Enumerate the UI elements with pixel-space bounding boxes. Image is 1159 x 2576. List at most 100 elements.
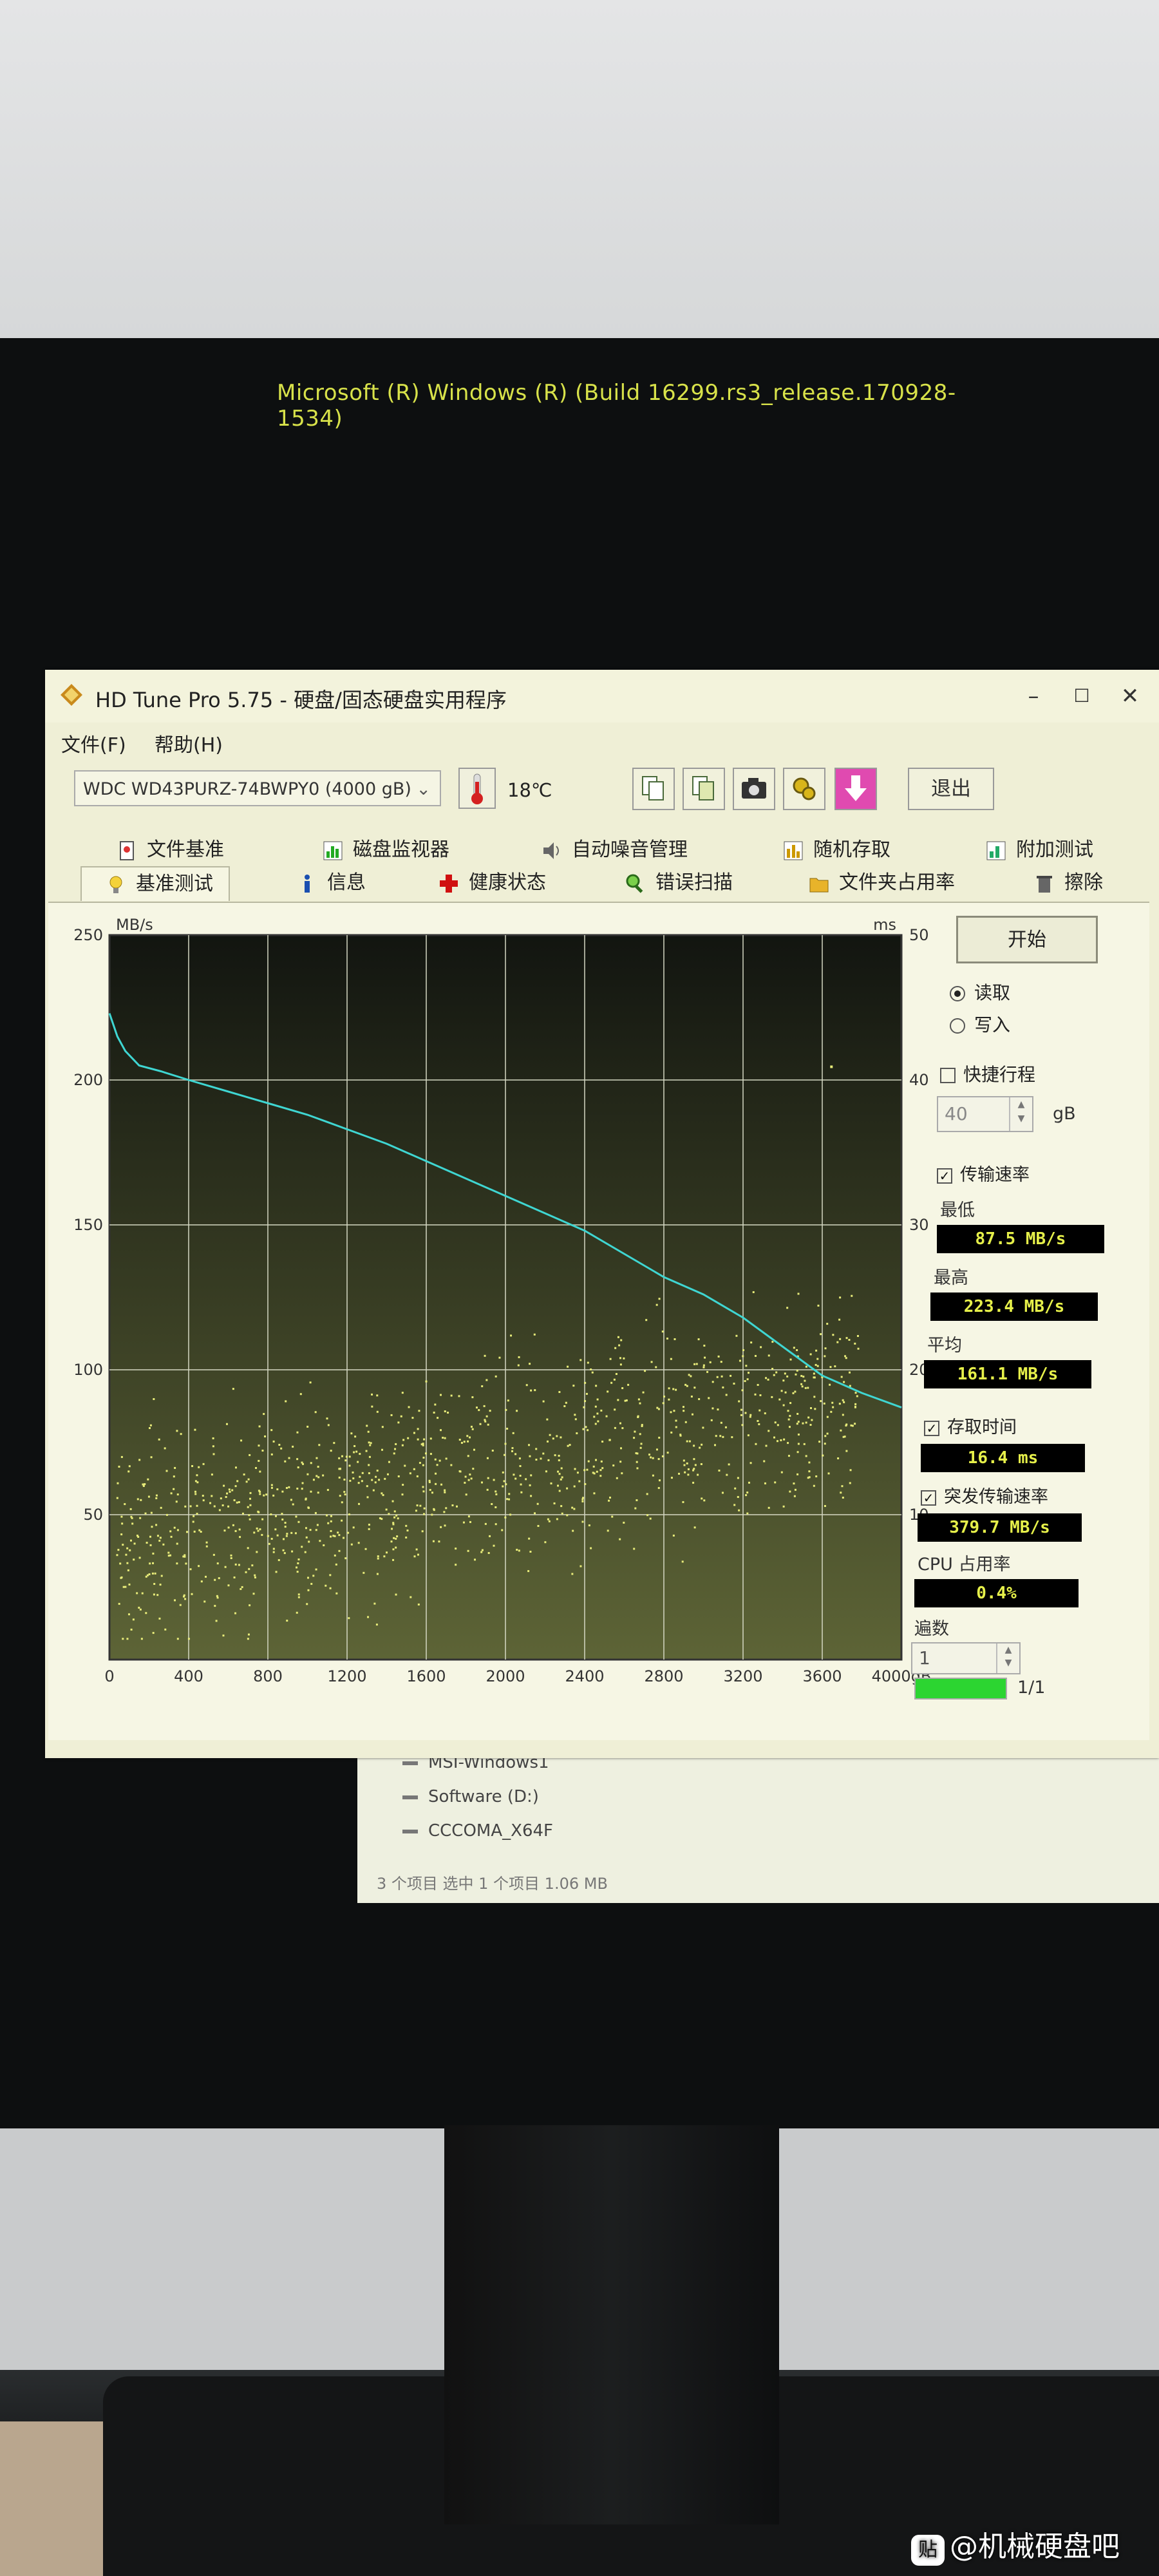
title-bar[interactable]: HD Tune Pro 5.75 - 硬盘/固态硬盘实用程序 – ☐ ✕ (45, 670, 1159, 723)
access-time-point (857, 1347, 860, 1350)
access-time-point (193, 1530, 196, 1533)
access-time-point (185, 1562, 187, 1565)
spinner-arrows-icon[interactable]: ▲ ▼ (996, 1643, 1019, 1673)
access-time-point (285, 1487, 288, 1490)
access-time-point (850, 1424, 853, 1426)
access-time-point (241, 1512, 244, 1515)
access-time-point (840, 1492, 842, 1494)
access-time-point (590, 1368, 592, 1370)
access-time-point (848, 1339, 851, 1341)
access-time-point (706, 1370, 709, 1373)
access-time-point (464, 1481, 466, 1484)
access-time-point (417, 1553, 419, 1556)
tab-error-scan[interactable]: 错误扫描 (625, 866, 733, 900)
access-time-point (599, 1469, 602, 1472)
access-time-point (249, 1454, 251, 1456)
access-time-point (238, 1564, 240, 1566)
access-time-point (817, 1304, 820, 1307)
access-time-point (701, 1443, 703, 1446)
access-time-point (803, 1443, 806, 1445)
access-time-point (450, 1464, 453, 1466)
access-time-point (191, 1593, 193, 1595)
maximize-button[interactable]: ☐ (1066, 680, 1098, 712)
explorer-item[interactable]: CCCOMA_X64F (402, 1821, 553, 1841)
radio-selected-icon (950, 986, 965, 1001)
transfer-rate-checkbox[interactable]: ✓ 传输速率 (937, 1160, 1030, 1186)
access-time-point (567, 1444, 569, 1447)
tab-folder-usage[interactable]: 文件夹占用率 (808, 866, 955, 900)
passes-input[interactable]: 1 ▲ ▼ (911, 1642, 1021, 1674)
access-time-point (572, 1530, 574, 1532)
access-time-point (478, 1409, 480, 1412)
x-tick-label: 3200 (723, 1667, 762, 1685)
access-time-checkbox[interactable]: ✓ 存取时间 (924, 1413, 1017, 1438)
access-time-point (176, 1493, 179, 1496)
access-time-point (301, 1546, 303, 1548)
access-time-point (327, 1424, 330, 1426)
save-button[interactable] (834, 768, 877, 810)
write-radio[interactable]: 写入 (950, 1011, 1010, 1037)
access-time-point (455, 1564, 457, 1566)
y-left-tick-label: 150 (73, 1216, 103, 1234)
access-time-point (550, 1482, 552, 1484)
access-time-point (584, 1381, 587, 1384)
access-time-point (413, 1555, 416, 1558)
access-time-point (238, 1528, 241, 1531)
access-time-point (682, 1406, 684, 1408)
minimize-button[interactable]: – (1017, 680, 1050, 712)
start-button[interactable]: 开始 (956, 916, 1098, 963)
spinner-arrows-icon[interactable]: ▲ ▼ (1009, 1097, 1032, 1131)
copy-all-button[interactable] (683, 768, 725, 810)
access-time-point (230, 1554, 232, 1557)
access-time-point (581, 1500, 584, 1502)
access-time-point (377, 1555, 379, 1558)
access-time-point (137, 1535, 140, 1538)
access-time-point (167, 1555, 170, 1557)
access-time-point (519, 1465, 522, 1468)
access-time-point (504, 1516, 507, 1519)
access-time-point (317, 1492, 319, 1494)
access-time-point (854, 1403, 857, 1405)
access-time-point (792, 1392, 795, 1394)
access-time-point (588, 1524, 590, 1527)
temperature-button[interactable] (458, 768, 496, 809)
close-button[interactable]: ✕ (1114, 680, 1146, 712)
access-time-point (366, 1496, 369, 1499)
short-stroke-input[interactable]: 40 ▲ ▼ (937, 1096, 1033, 1132)
tab-random-access[interactable]: 随机存取 (782, 833, 890, 867)
explorer-item[interactable]: Software (D:) (402, 1787, 539, 1806)
read-radio[interactable]: 读取 (950, 979, 1010, 1005)
copy-info-button[interactable] (632, 768, 675, 810)
drive-select[interactable]: WDC WD43PURZ-74BWPY0 (4000 gB) ⌄ (74, 770, 441, 806)
tab-erase[interactable]: 擦除 (1033, 866, 1103, 900)
access-time-point (560, 1467, 563, 1470)
access-time-point (510, 1334, 513, 1337)
tab-extra-tests[interactable]: 附加测试 (985, 833, 1093, 867)
access-time-point (307, 1507, 310, 1510)
access-time-point (149, 1424, 152, 1426)
menu-help[interactable]: 帮助(H) (155, 729, 223, 757)
access-time-point (474, 1558, 476, 1561)
access-time-point (153, 1397, 155, 1400)
access-time-point (540, 1457, 542, 1460)
burst-rate-checkbox[interactable]: ✓ 突发传输速率 (921, 1482, 1048, 1508)
access-time-point (263, 1494, 265, 1497)
access-time-point (306, 1473, 309, 1475)
tab-file-benchmark[interactable]: 文件基准 (116, 833, 224, 867)
tab-health[interactable]: 健康状态 (438, 866, 546, 900)
access-time-point (832, 1406, 834, 1408)
tab-disk-monitor[interactable]: 磁盘监视器 (322, 833, 449, 867)
tab-info[interactable]: 信息 (296, 866, 366, 900)
short-stroke-checkbox[interactable]: 快捷行程 (940, 1061, 1035, 1086)
access-time-point (809, 1424, 812, 1426)
options-button[interactable] (783, 768, 825, 810)
access-time-point (285, 1400, 287, 1403)
access-time-point (467, 1549, 469, 1552)
screenshot-button[interactable] (733, 768, 775, 810)
exit-button[interactable]: 退出 (908, 768, 994, 810)
menu-file[interactable]: 文件(F) (61, 729, 126, 757)
access-time-point (133, 1542, 136, 1545)
tab-benchmark[interactable]: 基准测试 (80, 866, 230, 901)
tab-noise-management[interactable]: 自动噪音管理 (541, 833, 688, 867)
access-time-point (746, 1378, 749, 1381)
